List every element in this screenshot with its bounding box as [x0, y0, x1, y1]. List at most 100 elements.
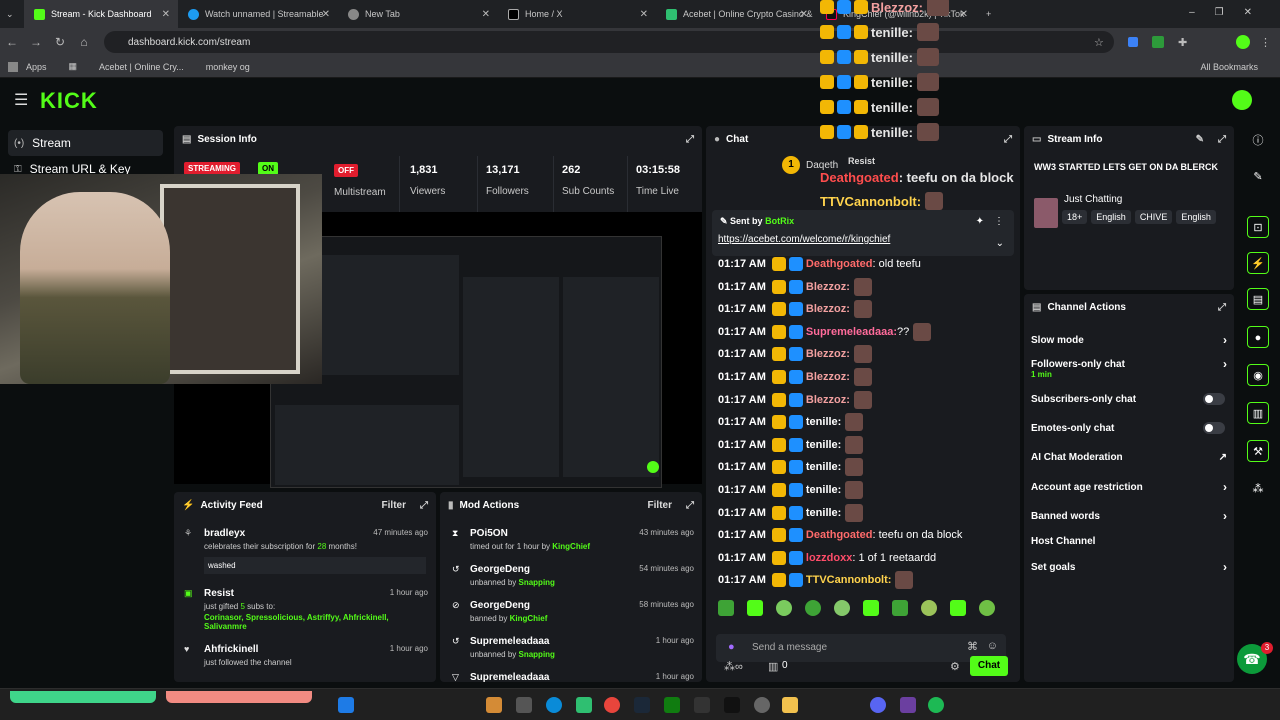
chat-username[interactable]: Blezzoz:	[806, 394, 850, 406]
chat-bubble-icon[interactable]: ●	[1247, 326, 1269, 348]
pinned-link[interactable]: https://acebet.com/welcome/r/kingchief	[718, 234, 890, 245]
bookmark-acebet[interactable]: Acebet | Online Cry...	[99, 62, 184, 72]
home-icon[interactable]: ⌂	[72, 35, 96, 49]
window-controls[interactable]: –❐✕	[1189, 7, 1272, 18]
back-icon[interactable]: ←	[0, 35, 24, 49]
channel-action-0[interactable]: Slow mode ›	[1031, 331, 1231, 349]
points-icon[interactable]: ⁂∞	[724, 660, 743, 673]
expand-icon[interactable]: ⤢	[686, 134, 694, 145]
emote-icon[interactable]	[805, 600, 821, 616]
sidebar-item-stream[interactable]: (•) Stream	[8, 130, 163, 156]
emoji-icon[interactable]: ☺	[987, 640, 998, 652]
tab-search-menu[interactable]: ⌄	[0, 0, 24, 28]
emote-icon[interactable]	[718, 600, 734, 616]
layout-icon[interactable]: ▥	[1247, 402, 1269, 424]
tab-kick-dashboard[interactable]: Stream - Kick Dashboard ✕	[24, 0, 178, 28]
profile-avatar[interactable]	[1236, 35, 1250, 49]
mod-by[interactable]: Snapping	[519, 650, 555, 659]
expand-icon[interactable]: ⤢	[1004, 134, 1012, 145]
chat-username[interactable]: tenille:	[806, 507, 841, 519]
emote-icon[interactable]	[834, 600, 850, 616]
taskbar-app-icon[interactable]	[694, 697, 710, 713]
chat-username[interactable]: tenille:	[806, 439, 841, 451]
chat-username[interactable]: lozzdoxx	[806, 552, 852, 564]
epic-games-icon[interactable]	[724, 697, 740, 713]
gear-icon[interactable]: ⚙	[950, 660, 960, 673]
category-thumbnail[interactable]	[1034, 198, 1058, 228]
toggle-switch[interactable]	[1203, 422, 1225, 434]
stream-preview-video[interactable]	[270, 236, 662, 488]
hamburger-menu-icon[interactable]: ☰	[14, 90, 28, 110]
expand-icon[interactable]: ⤢	[1218, 134, 1226, 145]
microphone-icon[interactable]: ●	[728, 641, 735, 653]
extension-icon[interactable]	[1128, 37, 1138, 47]
wrench-icon[interactable]: ⚒	[1247, 440, 1269, 462]
bookmark-monkey-og[interactable]: monkey og	[206, 62, 250, 72]
filter-button[interactable]: Filter	[648, 500, 672, 511]
steam-icon[interactable]	[634, 697, 650, 713]
tab-streamable[interactable]: Watch unnamed | Streamable ✕	[178, 0, 338, 28]
chevron-down-icon[interactable]: ⌄	[996, 238, 1004, 249]
channel-action-7[interactable]: Host Channel	[1031, 532, 1231, 550]
tab-x-home[interactable]: Home / X ✕	[498, 0, 656, 28]
command-icon[interactable]: ⌘	[967, 640, 978, 653]
chat-username[interactable]: Blezzoz:	[806, 303, 850, 315]
channel-action-5[interactable]: Account age restriction ›	[1031, 478, 1231, 496]
chat-send-button[interactable]: Chat	[970, 656, 1008, 676]
toggle-switch[interactable]	[1203, 393, 1225, 405]
tab-acebet[interactable]: Acebet | Online Crypto Casino & ✕	[656, 0, 816, 28]
more-icon[interactable]: ⋮	[994, 216, 1004, 227]
bookmark-star-icon[interactable]: ☆	[1094, 36, 1104, 49]
chat-username[interactable]: TTVCannonbolt:	[806, 574, 892, 586]
channel-action-8[interactable]: Set goals ›	[1031, 558, 1231, 576]
expand-icon[interactable]: ⤢	[686, 500, 694, 511]
new-tab-button[interactable]: +	[976, 0, 1004, 28]
tag[interactable]: English	[1091, 210, 1131, 224]
taskbar-app-icon[interactable]	[576, 697, 592, 713]
chat-username[interactable]: Blezzoz:	[806, 371, 850, 383]
emote-icon[interactable]	[747, 600, 763, 616]
pencil-icon[interactable]: ✎	[1247, 166, 1269, 188]
chat-username[interactable]: tenille:	[806, 484, 841, 496]
chat-username[interactable]: Blezzoz:	[806, 281, 850, 293]
mod-by[interactable]: KingChief	[552, 542, 590, 551]
channel-action-3[interactable]: Emotes-only chat	[1031, 419, 1231, 437]
file-explorer-icon[interactable]	[782, 697, 798, 713]
chat-username[interactable]: Deathgoated	[806, 258, 873, 270]
kick-logo[interactable]: KICK	[40, 88, 98, 114]
spotify-icon[interactable]	[928, 697, 944, 713]
category-name[interactable]: Just Chatting	[1064, 194, 1122, 205]
settings-icon[interactable]	[754, 697, 770, 713]
emote-icon[interactable]	[863, 600, 879, 616]
chat-username[interactable]: Blezzoz:	[806, 348, 850, 360]
emote-icon[interactable]	[979, 600, 995, 616]
xbox-icon[interactable]	[664, 697, 680, 713]
mod-by[interactable]: KingChief	[510, 614, 548, 623]
bookmark-apps[interactable]: Apps	[26, 62, 47, 72]
taskbar-app-icon[interactable]	[486, 697, 502, 713]
close-icon[interactable]: ✕	[800, 9, 808, 20]
close-icon[interactable]: ✕	[640, 9, 648, 20]
users-icon[interactable]: ⁂	[1247, 478, 1269, 500]
emote-icon[interactable]	[950, 600, 966, 616]
filter-button[interactable]: Filter	[382, 500, 406, 511]
channel-action-6[interactable]: Banned words ›	[1031, 507, 1231, 525]
clipboard-icon[interactable]: ▤	[1247, 288, 1269, 310]
extension-icon[interactable]	[1152, 36, 1164, 48]
edge-icon[interactable]	[546, 697, 562, 713]
close-icon[interactable]: ✕	[960, 9, 968, 20]
emote-icon[interactable]	[921, 600, 937, 616]
menu-dots-icon[interactable]: ⋮	[1260, 36, 1271, 49]
reload-icon[interactable]: ↻	[48, 35, 72, 49]
user-avatar[interactable]	[1232, 90, 1252, 110]
tag[interactable]: 18+	[1062, 210, 1088, 224]
emote-icon[interactable]	[892, 600, 908, 616]
lightning-icon[interactable]: ⚡	[1247, 252, 1269, 274]
address-bar[interactable]: dashboard.kick.com/stream	[104, 31, 1114, 53]
info-icon[interactable]: ⓘ	[1247, 130, 1269, 152]
pencil-icon[interactable]: ✎	[1196, 134, 1204, 145]
unpin-icon[interactable]: ✦	[976, 216, 984, 227]
chrome-icon[interactable]	[604, 697, 620, 713]
windows-start-icon[interactable]	[338, 697, 354, 713]
chat-username[interactable]: Deathgoated	[806, 529, 873, 541]
